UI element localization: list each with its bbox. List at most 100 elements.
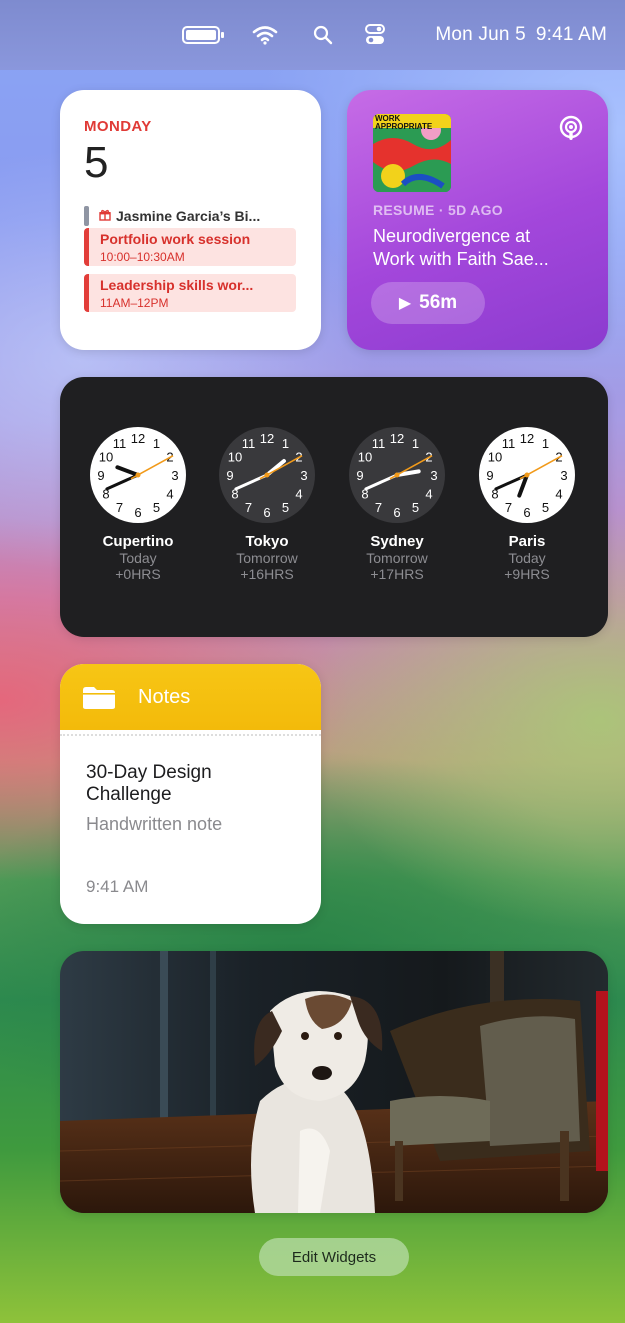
clock-tokyo[interactable]: 123456789101112 Tokyo Tomorrow +16HRS: [217, 425, 317, 582]
svg-text:9: 9: [486, 468, 493, 483]
svg-text:5: 5: [412, 500, 419, 515]
wifi-icon[interactable]: [252, 0, 278, 70]
note-title-line1: 30-Day Design: [86, 762, 212, 783]
svg-text:6: 6: [393, 505, 400, 520]
svg-text:11: 11: [113, 436, 127, 451]
clock-day: Tomorrow: [366, 550, 428, 566]
calendar-weekday: MONDAY: [84, 118, 152, 135]
menu-bar-clock[interactable]: Mon Jun 5 9:41 AM: [425, 0, 607, 70]
svg-text:11: 11: [242, 436, 256, 451]
folder-icon: [82, 686, 116, 715]
calendar-birthday-event[interactable]: Jasmine Garcia’s Bi...: [84, 206, 302, 226]
divider: [60, 734, 321, 736]
clock-paris[interactable]: 123456789101112 Paris Today +9HRS: [477, 425, 577, 582]
svg-text:5: 5: [542, 500, 549, 515]
svg-text:3: 3: [300, 468, 307, 483]
svg-text:6: 6: [523, 505, 530, 520]
podcast-widget[interactable]: WORK APPROPRIATE RESUME · 5D AGO Neurodi…: [347, 90, 608, 350]
svg-text:12: 12: [131, 431, 145, 446]
battery-icon[interactable]: [182, 0, 226, 70]
clock-day: Today: [119, 550, 157, 566]
svg-text:1: 1: [282, 436, 289, 451]
svg-text:10: 10: [99, 450, 113, 465]
svg-text:7: 7: [375, 500, 382, 515]
svg-text:11: 11: [372, 436, 386, 451]
svg-text:7: 7: [505, 500, 512, 515]
notes-app-name: Notes: [138, 686, 191, 708]
svg-text:10: 10: [488, 450, 502, 465]
calendar-day-number: 5: [84, 138, 109, 187]
menu-bar: Mon Jun 5 9:41 AM: [0, 0, 625, 70]
podcast-episode-title-line1: Neurodivergence at: [373, 226, 531, 246]
play-icon: ▶: [398, 295, 412, 312]
event-title: Portfolio work session: [100, 231, 251, 247]
calendar-event-2[interactable]: Leadership skills wor... 11AM–12PM: [84, 274, 296, 312]
clock-city: Paris: [508, 533, 546, 550]
edit-widgets-button[interactable]: Edit Widgets: [259, 1238, 409, 1276]
podcast-play-button[interactable]: ▶ 56m: [371, 282, 485, 324]
svg-text:1: 1: [412, 436, 419, 451]
svg-text:7: 7: [116, 500, 123, 515]
dog-in-room-photo: [60, 951, 608, 1213]
svg-text:3: 3: [430, 468, 437, 483]
analog-clock-icon: 123456789101112: [479, 427, 575, 523]
clock-cupertino[interactable]: 123456789101112 Cupertino Today +0HRS: [88, 425, 188, 582]
analog-clock-icon: 123456789101112: [90, 427, 186, 523]
event-time: 10:00–10:30AM: [100, 250, 185, 264]
menu-bar-date: Mon Jun 5: [435, 24, 526, 45]
svg-text:7: 7: [245, 500, 252, 515]
clock-offset: +0HRS: [115, 566, 161, 582]
gift-icon: [99, 209, 111, 224]
svg-text:6: 6: [134, 505, 141, 520]
control-center-icon[interactable]: [365, 0, 385, 70]
search-icon[interactable]: [313, 0, 333, 70]
clock-day: Today: [508, 550, 546, 566]
notes-widget[interactable]: Notes 30-Day Design Challenge Handwritte…: [60, 664, 321, 924]
svg-text:5: 5: [153, 500, 160, 515]
svg-text:3: 3: [171, 468, 178, 483]
svg-text:11: 11: [502, 436, 516, 451]
menu-bar-time: 9:41 AM: [535, 24, 607, 45]
podcast-artwork[interactable]: WORK APPROPRIATE: [373, 114, 451, 192]
clock-city: Tokyo: [245, 533, 289, 550]
note-subtitle: Handwritten note: [86, 814, 223, 834]
world-clock-widget[interactable]: 123456789101112 Cupertino Today +0HRS 12…: [60, 377, 608, 637]
svg-text:12: 12: [520, 431, 534, 446]
event-color-bar: [84, 206, 89, 226]
clock-offset: +17HRS: [370, 566, 424, 582]
calendar-widget[interactable]: MONDAY 5 Jasmine Garcia’s Bi... Portfoli…: [60, 90, 321, 350]
clock-city: Cupertino: [102, 533, 174, 550]
svg-text:9: 9: [356, 468, 363, 483]
clock-day: Tomorrow: [236, 550, 298, 566]
svg-text:9: 9: [97, 468, 104, 483]
analog-clock-icon: 123456789101112: [349, 427, 445, 523]
note-title-line2: Challenge: [86, 784, 172, 805]
svg-text:3: 3: [560, 468, 567, 483]
event-title: Leadership skills wor...: [100, 277, 254, 293]
event-color-bar: [84, 274, 89, 312]
clock-offset: +9HRS: [504, 566, 550, 582]
calendar-event-1[interactable]: Portfolio work session 10:00–10:30AM: [84, 228, 296, 266]
podcast-duration: 56m: [419, 292, 458, 313]
event-time: 11AM–12PM: [100, 296, 169, 310]
podcast-artwork-text: WORK APPROPRIATE: [375, 114, 433, 131]
notes-header: Notes: [60, 664, 321, 730]
photos-widget[interactable]: [60, 951, 608, 1213]
svg-text:4: 4: [166, 487, 173, 502]
svg-text:10: 10: [358, 450, 372, 465]
svg-text:5: 5: [282, 500, 289, 515]
svg-text:9: 9: [226, 468, 233, 483]
svg-text:1: 1: [153, 436, 160, 451]
podcast-episode-title-line2: Work with Faith Sae...: [373, 249, 549, 269]
event-color-bar: [84, 228, 89, 266]
svg-text:1: 1: [542, 436, 549, 451]
podcasts-app-icon: [556, 114, 586, 144]
clock-sydney[interactable]: 123456789101112 Sydney Tomorrow +17HRS: [347, 425, 447, 582]
analog-clock-icon: 123456789101112: [219, 427, 315, 523]
svg-text:4: 4: [425, 487, 432, 502]
svg-text:6: 6: [263, 505, 270, 520]
note-time: 9:41 AM: [86, 877, 149, 896]
svg-text:4: 4: [295, 487, 302, 502]
svg-text:4: 4: [555, 487, 562, 502]
clock-city: Sydney: [370, 533, 424, 550]
